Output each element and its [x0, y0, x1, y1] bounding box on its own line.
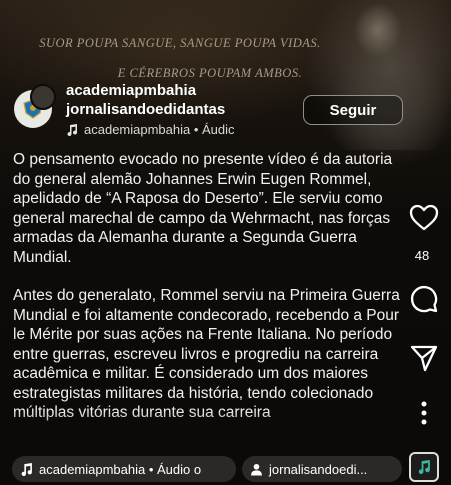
video-quote-line1: SUOR POUPA SANGUE, SANGUE POUPA VIDAS. [39, 36, 321, 50]
caption-fade [0, 410, 410, 455]
tagged-user-label: jornalisandoedi... [269, 461, 368, 477]
more-icon[interactable] [409, 398, 439, 428]
follow-button[interactable]: Seguir [303, 95, 403, 125]
music-note-icon [21, 462, 32, 476]
video-quote-line2: E CÉREBROS POUPAM AMBOS. [117, 66, 303, 80]
music-note-icon [67, 123, 78, 136]
comment-icon[interactable] [409, 284, 439, 314]
secondary-avatar[interactable] [30, 84, 56, 110]
audio-chip-label: academiapmbahia • Áudio o [39, 461, 202, 477]
person-icon [251, 463, 262, 475]
audio-label: academiapmbahia • Áudic [84, 122, 235, 137]
caption-paragraph-1: O pensamento evocado no presente vídeo é… [13, 151, 393, 266]
audio-link[interactable]: academiapmbahia • Áudic [66, 122, 235, 137]
heart-icon[interactable] [409, 203, 439, 233]
audio-thumbnail[interactable] [409, 452, 439, 482]
music-note-icon [418, 460, 430, 474]
tagged-user-chip[interactable]: jornalisandoedi... [242, 456, 402, 482]
like-count: 48 [414, 248, 430, 263]
share-icon[interactable] [409, 343, 439, 373]
caption-paragraph-2: Antes do generalato, Rommel serviu na Pr… [13, 287, 400, 421]
username-secondary[interactable]: jornalisandoedidantas [66, 101, 225, 118]
audio-chip[interactable]: academiapmbahia • Áudio o [12, 456, 236, 482]
username-primary[interactable]: academiapmbahia [66, 82, 196, 99]
